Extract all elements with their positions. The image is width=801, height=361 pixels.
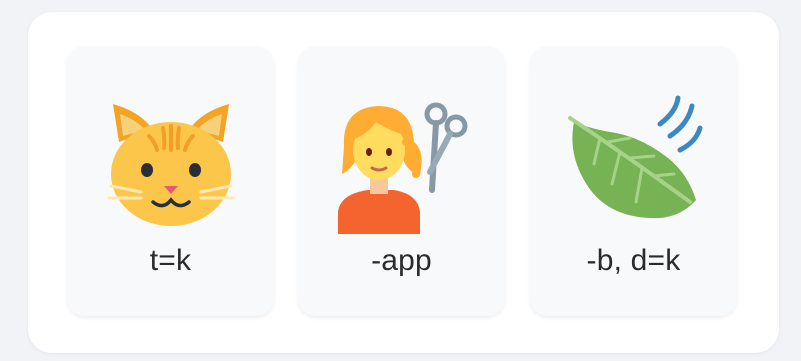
leaf-in-wind-icon xyxy=(568,95,703,219)
haircut-person-icon xyxy=(338,102,468,234)
option-card-haircut[interactable]: -app xyxy=(298,46,505,316)
cat-face-icon xyxy=(107,104,235,226)
option-card-cat[interactable]: t=k xyxy=(67,46,274,316)
option-label: t=k xyxy=(149,244,192,277)
option-card-leaf[interactable]: -b, d=k xyxy=(530,46,737,316)
option-label: -b, d=k xyxy=(586,244,681,277)
stage: t=k -app -b, d=k xyxy=(0,0,801,361)
option-label: -app xyxy=(371,244,432,277)
